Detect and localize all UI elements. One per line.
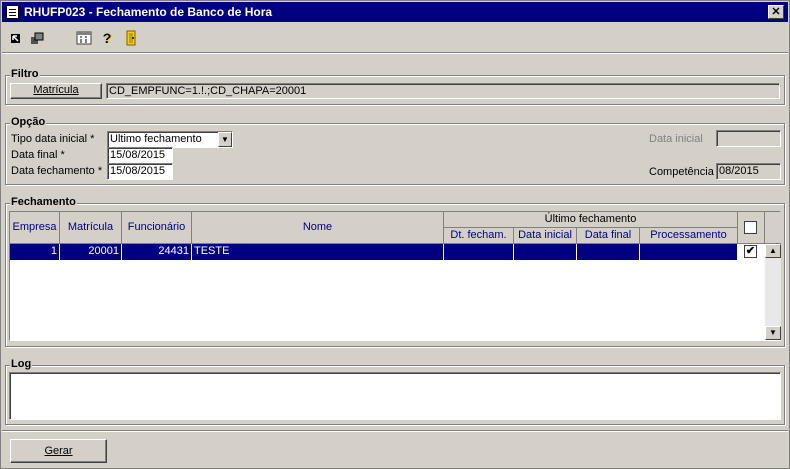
close-button[interactable]: ✕: [768, 5, 784, 19]
matricula-button[interactable]: Matrícula: [10, 83, 102, 99]
tipo-data-inicial-value: Ultimo fechamento: [110, 133, 202, 145]
data-final-label: Data final *: [11, 149, 65, 161]
cell-funcionario[interactable]: 24431: [122, 244, 192, 260]
toolbar-separator: [2, 52, 788, 54]
header-dt-fecham[interactable]: Dt. fecham.: [444, 228, 514, 244]
competencia-label: Competência: [649, 166, 714, 178]
cell-empresa[interactable]: 1: [10, 244, 60, 260]
tipo-data-inicial-select[interactable]: Ultimo fechamento ▼: [107, 131, 233, 148]
tipo-data-inicial-label: Tipo data inicial *: [11, 133, 95, 145]
chevron-down-icon[interactable]: ▼: [218, 132, 232, 147]
header-processamento[interactable]: Processamento: [640, 228, 738, 244]
grid-vertical-scrollbar[interactable]: ▲ ▼: [765, 244, 781, 340]
header-funcionario[interactable]: Funcionário: [122, 212, 192, 244]
header-empresa[interactable]: Empresa: [10, 212, 60, 244]
opcao-label: Opção: [10, 116, 47, 128]
competencia-field: 08/2015: [716, 163, 781, 180]
fechamento-grid: Empresa Matrícula Funcionário Nome Últim…: [9, 211, 781, 341]
window-title: RHUFP023 - Fechamento de Banco de Hora: [24, 5, 273, 19]
bottom-separator: [2, 430, 788, 432]
title-bar[interactable]: RHUFP023 - Fechamento de Banco de Hora ✕: [2, 2, 788, 22]
back-icon[interactable]: [8, 30, 24, 46]
scroll-up-icon[interactable]: ▲: [765, 244, 781, 258]
cell-data-inicial[interactable]: [514, 244, 577, 260]
filter-expression-field: CD_EMPFUNC=1.!.;CD_CHAPA=20001: [106, 83, 780, 99]
header-matricula[interactable]: Matrícula: [60, 212, 122, 244]
data-fechamento-label: Data fechamento *: [11, 165, 103, 177]
toolbar: ?: [2, 25, 788, 51]
log-textarea[interactable]: [9, 372, 781, 420]
data-inicial-label: Data inicial: [649, 133, 703, 145]
cell-data-final[interactable]: [577, 244, 640, 260]
filtro-label: Filtro: [10, 68, 40, 80]
main-window: RHUFP023 - Fechamento de Banco de Hora ✕…: [0, 0, 790, 469]
data-final-input[interactable]: 15/08/2015: [107, 147, 173, 164]
calculator-icon[interactable]: [76, 30, 92, 46]
cell-processamento[interactable]: [640, 244, 738, 260]
cell-select[interactable]: ✔: [738, 244, 765, 260]
help-icon[interactable]: ?: [99, 30, 115, 46]
header-data-inicial[interactable]: Data inicial: [514, 228, 577, 244]
copy-icon[interactable]: [29, 30, 45, 46]
header-select-all[interactable]: [738, 212, 765, 244]
row-checkbox[interactable]: ✔: [744, 245, 757, 258]
cell-matricula[interactable]: 20001: [60, 244, 122, 260]
data-fechamento-input[interactable]: 15/08/2015: [107, 163, 173, 180]
header-data-final[interactable]: Data final: [577, 228, 640, 244]
cell-dt-fecham[interactable]: [444, 244, 514, 260]
header-corner: [765, 212, 781, 244]
log-label: Log: [10, 358, 33, 370]
gerar-button[interactable]: Gerar: [10, 439, 107, 463]
data-inicial-field: [716, 130, 781, 147]
app-icon: [6, 5, 19, 19]
header-ultimo-fechamento: Último fechamento: [444, 212, 738, 228]
select-all-checkbox[interactable]: [744, 221, 757, 234]
scroll-down-icon[interactable]: ▼: [765, 326, 781, 340]
fechamento-label: Fechamento: [10, 196, 77, 208]
header-nome[interactable]: Nome: [192, 212, 444, 244]
exit-door-icon[interactable]: [123, 30, 139, 46]
cell-nome[interactable]: TESTE: [192, 244, 444, 260]
